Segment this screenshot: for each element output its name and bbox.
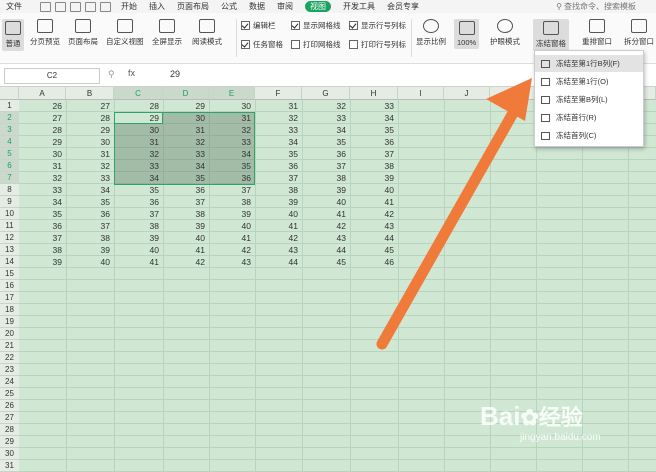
watermark-brand: Bai — [480, 401, 521, 431]
watermark-brand2: 经验 — [538, 405, 583, 430]
paw-icon: ✿ — [520, 405, 539, 430]
watermark-url: jingyan.baidu.com — [520, 432, 601, 443]
baidu-watermark: Bai✿经验 jingyan.baidu.com — [480, 400, 650, 468]
